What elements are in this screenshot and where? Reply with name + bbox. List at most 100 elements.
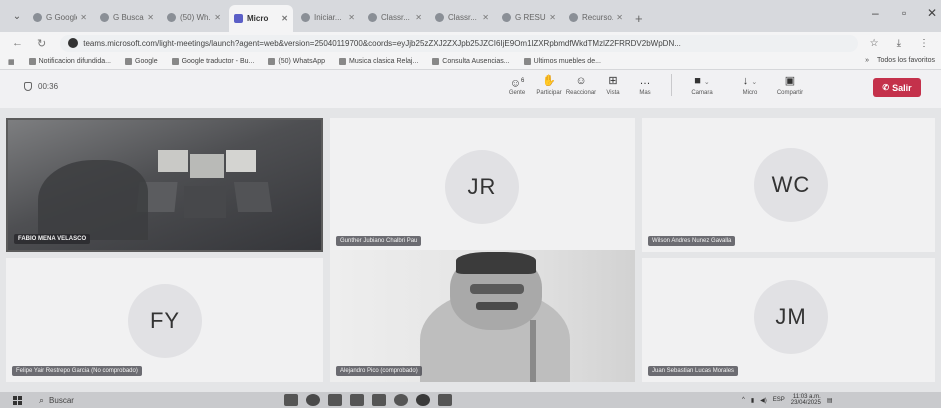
tab-label: G Google — [46, 12, 78, 22]
bookmark-favicon-icon — [268, 58, 276, 65]
volume-icon[interactable]: ◀) — [760, 397, 767, 404]
leave-meeting-button[interactable]: ✆ Salir — [873, 78, 921, 97]
tab-close-icon[interactable]: ✕ — [214, 13, 221, 22]
back-icon[interactable]: ← — [12, 37, 23, 49]
browser-tab[interactable]: G Buscar...✕ — [95, 5, 159, 29]
participant-tile[interactable]: JR Gunther Jubiano Chalbri Pau — [330, 118, 635, 252]
favorite-star-icon[interactable]: ☆ — [870, 38, 879, 49]
people-button[interactable]: ☺6 Gente — [503, 74, 531, 96]
participant-tile[interactable]: WC Wilson Andres Nunez Gavalla — [642, 118, 935, 252]
windows-taskbar: ⌕ Buscar ^ ▮ ◀) ESP 11:03 a.m. 23/04/202… — [0, 392, 941, 408]
chevron-down-icon[interactable]: ⌄ — [751, 79, 757, 86]
close-window-icon[interactable]: ✕ — [927, 6, 937, 20]
tab-favicon-icon — [569, 12, 578, 22]
bookmark-item[interactable]: Musica clasica Relaj... — [339, 58, 418, 65]
video-shape — [233, 182, 273, 212]
browser-tab[interactable]: (50) Wh...✕ — [162, 5, 226, 29]
raise-hand-button[interactable]: ✋ Participar — [535, 74, 563, 96]
participant-tile[interactable]: FY Felipe Yair Restrepo Garcia (No compr… — [6, 258, 323, 382]
chevron-down-icon[interactable]: ⌄ — [704, 79, 710, 86]
windows-start-icon[interactable] — [13, 395, 23, 405]
new-tab-icon[interactable]: + — [635, 11, 643, 26]
view-button[interactable]: ⊞ Vista — [599, 74, 627, 96]
browser-tab[interactable]: G Google ✕ — [28, 5, 92, 29]
bookmark-item[interactable]: Google — [125, 58, 158, 65]
tab-close-icon[interactable]: ✕ — [482, 13, 489, 22]
apps-icon[interactable]: ▦ — [8, 58, 15, 66]
clock-date: 23/04/2025 — [790, 400, 821, 406]
bookmark-item[interactable]: Consulta Ausencias... — [432, 58, 510, 65]
edge-icon[interactable] — [306, 394, 320, 406]
toolbar-divider — [671, 74, 672, 96]
teams-icon[interactable] — [416, 394, 430, 406]
video-shape — [456, 252, 536, 274]
bookmarks-overflow-icon[interactable]: » — [865, 57, 869, 64]
download-icon[interactable]: ⤓ — [897, 38, 901, 49]
video-shape — [158, 150, 188, 172]
browser-tab[interactable]: Iniciar... ✕ — [296, 5, 360, 29]
tray-overflow-icon[interactable]: ^ — [742, 397, 745, 403]
browser-tab[interactable]: G RESUMEN✕ — [497, 5, 561, 29]
browser-tab[interactable]: Classr... ✕ — [430, 5, 494, 29]
reload-icon[interactable]: ↻ — [37, 37, 46, 50]
participant-tile[interactable]: FABIO MENA VELASCO — [6, 118, 323, 252]
more-button[interactable]: … Mas — [631, 74, 659, 96]
notifications-icon[interactable]: ▤ — [827, 397, 833, 404]
store-icon[interactable] — [350, 394, 364, 406]
bookmarks-bar: ▦ Notificacion difundida... Google Google … — [0, 54, 941, 70]
tab-close-icon[interactable]: ✕ — [80, 13, 87, 22]
search-placeholder: Buscar — [49, 395, 74, 405]
camera-button[interactable]: ■ ⌄ Camara — [680, 74, 724, 96]
tab-close-icon[interactable]: ✕ — [415, 13, 422, 22]
participant-tile[interactable]: JM Juan Sebastian Lucas Morales — [642, 258, 935, 382]
bookmark-item[interactable]: Ultimos muebles de... — [523, 58, 601, 65]
share-button[interactable]: ▣ Compartir — [776, 74, 804, 96]
site-info-icon[interactable] — [68, 38, 79, 48]
participant-tile[interactable]: Alejandro Pico (comprobado) — [330, 250, 635, 382]
tab-label: Classr... — [381, 12, 410, 22]
bookmark-label: Musica clasica Relaj... — [349, 58, 419, 65]
bookmark-label: Google traductor - Bu... — [181, 58, 255, 65]
react-button[interactable]: ☺ Reaccionar — [566, 74, 596, 96]
bookmark-item[interactable]: Google traductor - Bu... — [171, 58, 255, 65]
tab-label: Classr... — [448, 12, 477, 22]
network-icon[interactable]: ▮ — [751, 397, 754, 404]
file-explorer-icon[interactable] — [328, 394, 342, 406]
task-view-icon[interactable] — [284, 394, 298, 406]
bookmark-item[interactable]: Notificacion difundida... — [28, 58, 111, 65]
participant-name: Alejandro Pico (comprobado) — [336, 366, 422, 376]
bookmark-label: (50) WhatsApp — [278, 58, 326, 65]
bookmark-label: Consulta Ausencias... — [442, 58, 510, 65]
chrome-icon[interactable] — [394, 394, 408, 406]
tab-close-icon[interactable]: ✕ — [616, 13, 623, 22]
mic-button[interactable]: ↓ ⌄ Micro — [728, 74, 772, 96]
maximize-icon[interactable]: ▫ — [902, 6, 906, 20]
avatar-initials: JM — [775, 304, 807, 329]
tab-close-icon[interactable]: ✕ — [147, 13, 154, 22]
extensions-icon[interactable]: ⋮ — [919, 38, 929, 49]
browser-tab[interactable]: Classr... ✕ — [363, 5, 427, 29]
taskbar-search[interactable]: ⌕ Buscar — [39, 395, 219, 406]
tab-label: Recurso... — [582, 12, 613, 22]
language-indicator[interactable]: ESP — [773, 397, 785, 403]
address-bar: ← ↻ teams.microsoft.com/light-meetings/l… — [0, 32, 941, 54]
clock[interactable]: 11:03 a.m. 23/04/2025 — [791, 394, 821, 406]
people-count: 6 — [520, 78, 525, 84]
mail-icon[interactable] — [372, 394, 386, 406]
video-shape — [226, 150, 256, 172]
url-text: teams.microsoft.com/light-meetings/launc… — [83, 38, 681, 48]
all-bookmarks-link[interactable]: Todos los favoritos — [877, 57, 935, 64]
browser-tab[interactable]: Micro ✕ — [229, 5, 293, 32]
browser-tab[interactable]: Recurso...✕ — [564, 5, 628, 29]
view-icon: ⊞ — [608, 75, 618, 87]
tab-close-icon[interactable]: ✕ — [281, 14, 288, 23]
video-feed — [330, 250, 635, 382]
control-label: Micro — [742, 90, 758, 96]
tab-close-icon[interactable]: ✕ — [549, 13, 556, 22]
minimize-icon[interactable]: – — [872, 6, 879, 20]
bookmark-item[interactable]: (50) WhatsApp — [268, 58, 325, 65]
word-icon[interactable] — [438, 394, 452, 406]
tab-close-icon[interactable]: ✕ — [348, 13, 355, 22]
tab-search-icon[interactable]: ⌄ — [6, 4, 28, 28]
url-field[interactable]: teams.microsoft.com/light-meetings/launc… — [60, 34, 858, 52]
